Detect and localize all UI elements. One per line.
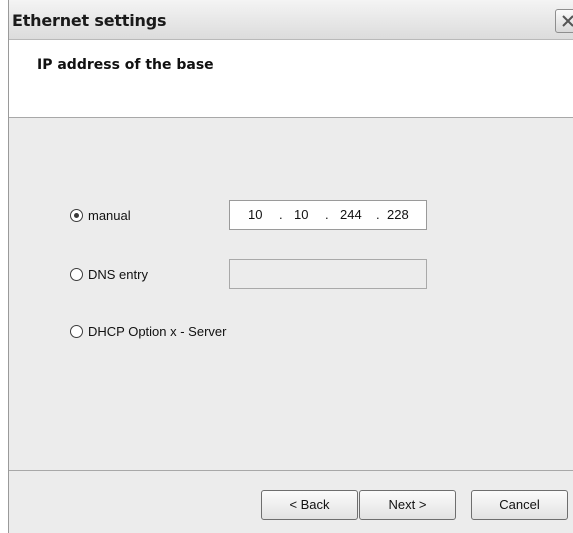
next-button[interactable]: Next > (359, 490, 456, 520)
ip-address-field[interactable]: 10 . 10 . 244 . 228 (229, 200, 427, 230)
ip-dot-3: . (376, 207, 380, 222)
manual-label: manual (88, 208, 131, 223)
dns-label: DNS entry (88, 267, 148, 282)
ip-octet-1[interactable]: 10 (248, 207, 262, 222)
close-icon (562, 15, 573, 27)
title-bar: Ethernet settings (9, 0, 573, 40)
ip-octet-3[interactable]: 244 (340, 207, 362, 222)
dns-entry-field[interactable] (229, 259, 427, 289)
ip-dot-2: . (325, 207, 329, 222)
page-title: IP address of the base (37, 57, 214, 73)
cancel-button[interactable]: Cancel (471, 490, 568, 520)
dns-option[interactable]: DNS entry (70, 267, 148, 282)
ip-dot-1: . (279, 207, 283, 222)
ip-octet-4[interactable]: 228 (387, 207, 409, 222)
close-button[interactable] (555, 9, 573, 33)
manual-option[interactable]: manual (70, 208, 131, 223)
manual-radio[interactable] (70, 209, 83, 222)
window-title: Ethernet settings (12, 11, 167, 30)
dhcp-label: DHCP Option x - Server (88, 324, 227, 339)
ip-octet-2[interactable]: 10 (294, 207, 308, 222)
footer-divider (9, 470, 573, 471)
dhcp-radio[interactable] (70, 325, 83, 338)
dhcp-option[interactable]: DHCP Option x - Server (70, 324, 226, 339)
back-button[interactable]: < Back (261, 490, 358, 520)
ethernet-settings-dialog: Ethernet settings IP address of the base… (8, 0, 573, 533)
dns-radio[interactable] (70, 268, 83, 281)
header-panel: IP address of the base (9, 40, 573, 118)
